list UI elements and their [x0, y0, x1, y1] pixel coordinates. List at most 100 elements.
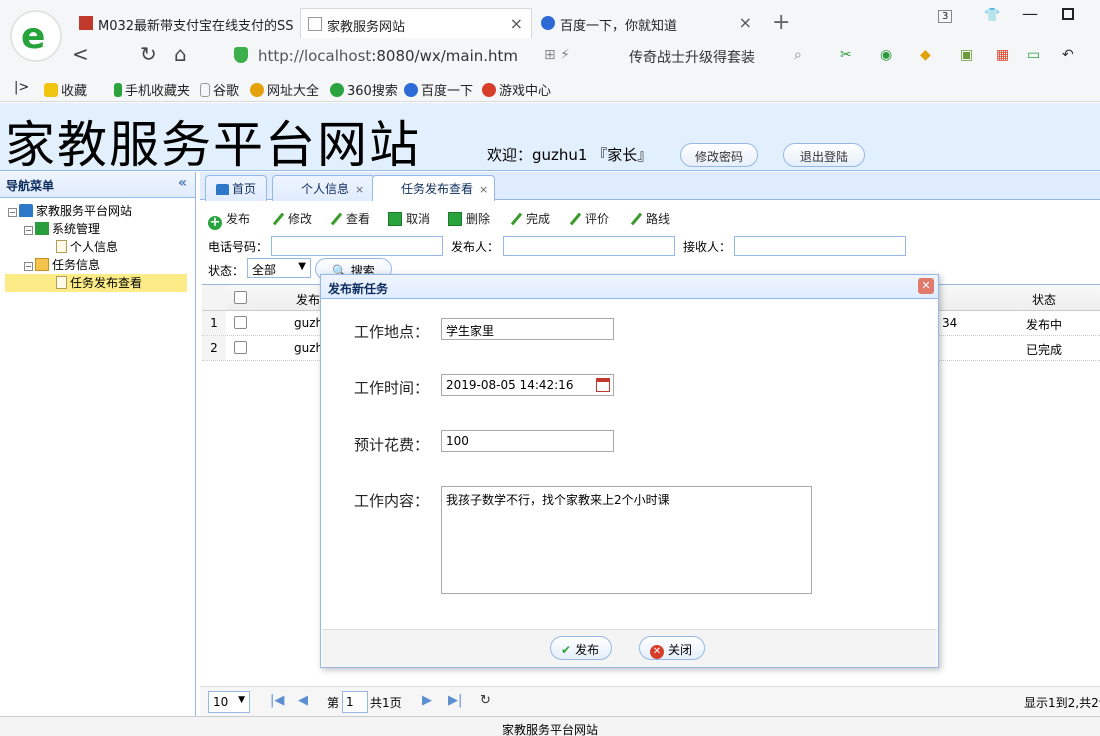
row-number: 2: [202, 336, 226, 360]
scissors-icon[interactable]: ✂: [840, 47, 852, 63]
bookmark-games[interactable]: 游戏中心: [482, 80, 551, 99]
next-page-icon[interactable]: ▶: [422, 693, 432, 708]
calendar-icon[interactable]: [596, 378, 610, 392]
close-tab-icon[interactable]: ×: [355, 183, 364, 196]
select-all-checkbox[interactable]: [234, 285, 247, 310]
change-password-button[interactable]: 修改密码: [680, 143, 759, 167]
picture-icon[interactable]: ▣: [960, 47, 973, 63]
main-tab-bar: 首页 个人信息 × 任务发布查看 ×: [200, 172, 1100, 201]
time-input[interactable]: 2019-08-05 14:42:16: [441, 374, 614, 396]
close-tab-icon[interactable]: ×: [510, 14, 523, 33]
back-icon[interactable]: <: [72, 42, 89, 66]
apps-icon[interactable]: ▦: [996, 47, 1009, 63]
collapse-toggle-icon[interactable]: −: [24, 226, 33, 235]
bookmark-baidu[interactable]: 百度一下: [404, 80, 473, 99]
row-checkbox[interactable]: [234, 311, 247, 335]
complete-button[interactable]: 完成: [508, 210, 550, 227]
app-header: 家教服务平台网站 欢迎：guzhu1 『家长』 修改密码 退出登陆: [0, 103, 1100, 174]
status-select[interactable]: 全部 ▼: [247, 258, 311, 278]
sidebar-toggle-icon[interactable]: |>: [14, 80, 29, 95]
publish-submit-button[interactable]: ✔ 发布: [550, 636, 613, 660]
logout-button[interactable]: 退出登陆: [783, 143, 866, 167]
pencil-icon: [270, 212, 284, 226]
browser-tab-3[interactable]: 百度一下，你就知道 ×: [534, 8, 760, 38]
grid-icon[interactable]: ⊞ ⚡: [544, 47, 570, 63]
translate-icon[interactable]: ◉: [880, 47, 892, 63]
page-size-select[interactable]: 10 ▼: [208, 691, 250, 713]
rate-button[interactable]: 评价: [567, 210, 609, 227]
cost-input[interactable]: 100: [441, 430, 614, 452]
collapse-toggle-icon[interactable]: −: [8, 208, 17, 217]
refresh-icon[interactable]: ↻: [480, 693, 491, 708]
site-title: 家教服务平台网站: [5, 116, 421, 174]
bookmark-favorites[interactable]: 收藏: [44, 80, 87, 99]
publisher-input[interactable]: [503, 236, 675, 256]
security-shield-icon: [234, 47, 248, 63]
cell-status: 发布中: [1026, 318, 1063, 332]
minus-icon: [448, 212, 462, 226]
tree-node-system[interactable]: − 系统管理: [0, 220, 195, 238]
tab-count-badge[interactable]: 3: [938, 10, 953, 23]
view-button[interactable]: 查看: [328, 210, 370, 227]
tree-node-root[interactable]: − 家教服务平台网站: [0, 202, 195, 220]
refresh-icon[interactable]: ↻: [140, 42, 157, 66]
tree-node-profile[interactable]: 个人信息: [0, 238, 195, 256]
bookmark-directory[interactable]: 网址大全: [250, 80, 319, 99]
delete-button[interactable]: 删除: [448, 210, 490, 227]
publish-button[interactable]: + 发布: [208, 210, 250, 230]
location-input[interactable]: 学生家里: [441, 318, 614, 340]
close-icon[interactable]: ✕: [918, 278, 934, 294]
search-icon[interactable]: ⌕: [794, 47, 802, 63]
page-footer: 家教服务平台网站: [0, 716, 1100, 736]
new-tab-icon[interactable]: +: [772, 10, 790, 35]
search-suggestion[interactable]: 传奇战士升级得套装: [629, 47, 755, 67]
close-button[interactable]: ✕ 关闭: [639, 636, 706, 660]
phone-input[interactable]: [271, 236, 443, 256]
tab-home[interactable]: 首页: [205, 175, 268, 201]
page-input[interactable]: 1: [342, 691, 368, 713]
first-page-icon[interactable]: |◀: [270, 693, 284, 708]
tab-profile[interactable]: 个人信息 ×: [272, 175, 376, 201]
browser-tab-1[interactable]: M032最新带支付宝在线支付的SS: [72, 8, 298, 38]
collapse-toggle-icon[interactable]: −: [24, 262, 33, 271]
page-total: 共1页: [370, 696, 402, 710]
tree-node-tasks[interactable]: − 任务信息: [0, 256, 195, 274]
bookmark-mobile[interactable]: 手机收藏夹: [114, 80, 190, 99]
maximize-icon[interactable]: [1062, 8, 1074, 20]
home-icon[interactable]: ⌂: [174, 42, 187, 66]
address-bar[interactable]: http://localhost:8080/wx/main.htm: [224, 40, 659, 70]
bookmark-google[interactable]: 谷歌: [200, 80, 239, 99]
status-label: 状态：: [208, 264, 245, 278]
collapse-icon[interactable]: «: [178, 175, 187, 191]
cancel-button[interactable]: 取消: [388, 210, 430, 227]
receiver-input[interactable]: [734, 236, 906, 256]
publish-task-dialog: 发布新任务 ✕ 工作地点： 学生家里 工作时间： 2019-08-05 14:4…: [320, 274, 939, 668]
col-publish[interactable]: 发布: [296, 285, 320, 310]
location-label: 工作地点：: [354, 323, 430, 341]
home-icon: [216, 184, 229, 195]
last-page-icon[interactable]: ▶|: [448, 693, 462, 708]
nav-tree: − 家教服务平台网站 − 系统管理 个人信息 − 任务信息 任务发布查看: [0, 198, 195, 292]
minimize-icon[interactable]: —: [1022, 4, 1038, 23]
battery-icon[interactable]: ▭: [1027, 47, 1040, 63]
close-tab-icon[interactable]: ×: [739, 13, 752, 32]
search-360-icon: [330, 83, 344, 97]
sidebar-header: 导航菜单 «: [0, 172, 195, 198]
bookmark-360[interactable]: 360搜索: [330, 80, 398, 99]
prev-page-icon[interactable]: ◀: [298, 693, 308, 708]
undo-icon[interactable]: ↶: [1062, 47, 1074, 63]
col-status[interactable]: 状态: [1032, 285, 1056, 310]
content-textarea[interactable]: 我孩子数学不行，找个家教来上2个小时课: [441, 486, 812, 594]
browser-tab-2[interactable]: 家教服务网站 ×: [300, 8, 532, 38]
shield-yellow-icon[interactable]: ◆: [920, 47, 931, 63]
pencil-icon: [508, 212, 522, 226]
close-tab-icon[interactable]: ×: [479, 183, 488, 196]
tree-node-task-publish[interactable]: 任务发布查看: [5, 274, 187, 292]
globe-icon: [250, 83, 264, 97]
tab-task-publish[interactable]: 任务发布查看 ×: [372, 175, 496, 201]
edit-button[interactable]: 修改: [270, 210, 312, 227]
shirt-icon[interactable]: 👕: [984, 8, 1000, 23]
check-icon: ✔: [561, 643, 572, 657]
row-checkbox[interactable]: [234, 336, 247, 360]
route-button[interactable]: 路线: [628, 210, 670, 227]
